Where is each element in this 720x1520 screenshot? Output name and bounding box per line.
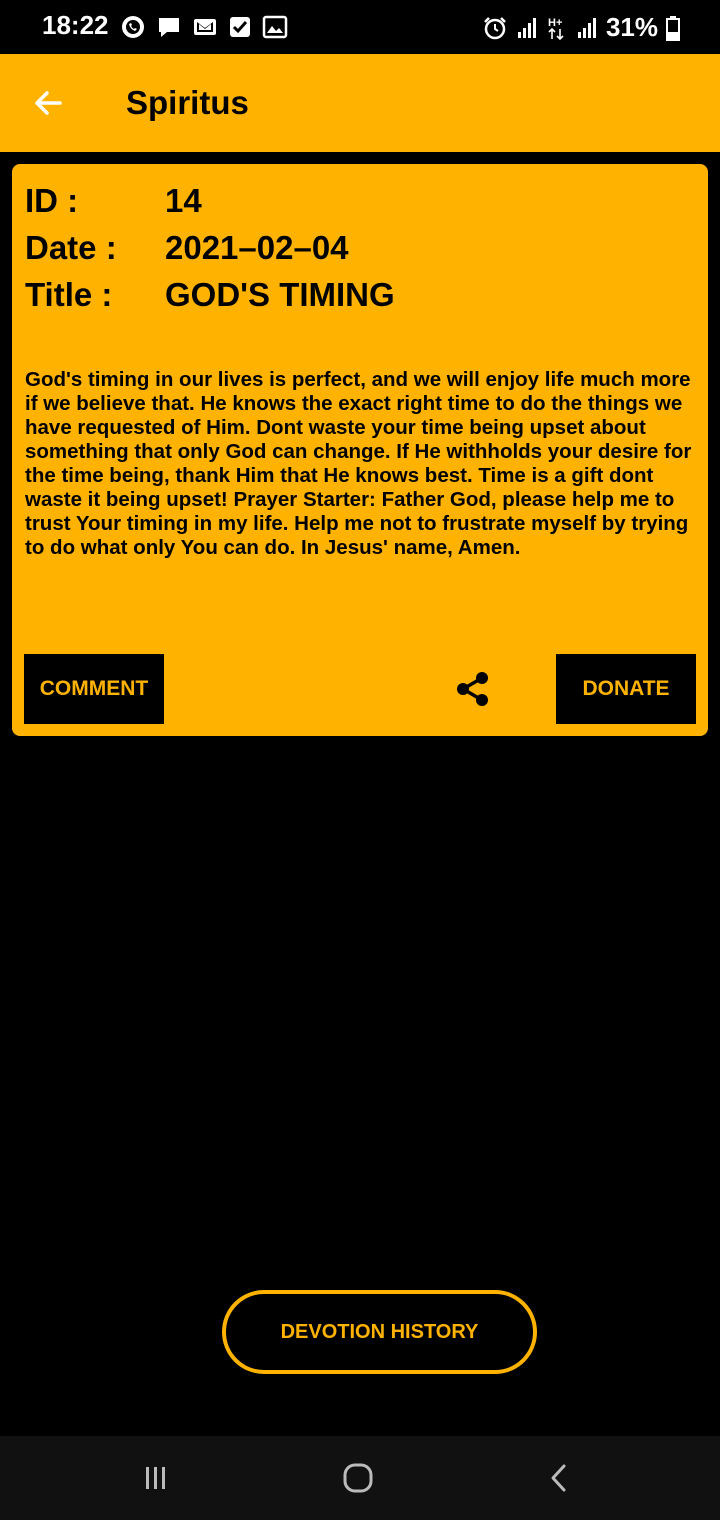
date-row: Date : 2021–02–04 <box>25 229 349 267</box>
share-icon <box>457 672 488 706</box>
hplus-data-icon: H+ <box>548 17 564 40</box>
message-icon <box>159 18 179 37</box>
title-row: Title : GOD'S TIMING <box>25 276 395 314</box>
navigation-bar <box>0 1436 720 1520</box>
gallery-icon <box>262 15 288 39</box>
devotion-body: God's timing in our lives is perfect, an… <box>25 368 692 559</box>
comment-button[interactable]: COMMENT <box>24 654 164 724</box>
id-value: 14 <box>165 182 202 219</box>
title-value: GOD'S TIMING <box>165 276 395 313</box>
home-icon <box>343 1463 373 1493</box>
system-back-button[interactable] <box>530 1456 590 1500</box>
id-label: ID : <box>25 182 79 219</box>
share-button[interactable] <box>454 670 492 708</box>
recents-button[interactable] <box>126 1456 186 1500</box>
battery-icon <box>666 15 680 41</box>
recents-icon <box>146 1467 165 1489</box>
devotion-card: ID : 14 Date : 2021–02–04 Title : GOD'S … <box>12 164 708 736</box>
alarm-icon <box>484 16 506 39</box>
whatsapp-icon <box>122 16 144 38</box>
checkbox-icon <box>230 17 250 37</box>
app-bar: Spiritus <box>0 54 720 152</box>
title-label: Title : <box>25 276 113 313</box>
home-button[interactable] <box>328 1456 388 1500</box>
back-button[interactable] <box>28 83 68 123</box>
status-time: 18:22 <box>42 10 109 40</box>
signal-icon-2 <box>577 17 596 38</box>
date-value: 2021–02–04 <box>165 229 349 266</box>
donate-button[interactable]: DONATE <box>556 654 696 724</box>
svg-text:H+: H+ <box>548 17 562 29</box>
devotion-history-button[interactable]: DEVOTION HISTORY <box>222 1290 537 1374</box>
date-label: Date : <box>25 229 117 266</box>
signal-icon <box>517 17 536 38</box>
gmail-icon <box>194 19 216 35</box>
battery-percent: 31% <box>605 12 658 42</box>
notification-icons <box>120 14 288 40</box>
id-row: ID : 14 <box>25 182 202 220</box>
arrow-left-icon <box>35 91 62 115</box>
chevron-left-icon <box>551 1464 566 1492</box>
status-bar: 18:22 H+ 31% <box>0 0 720 54</box>
app-title: Spiritus <box>126 84 249 121</box>
system-icons: H+ 31% <box>482 12 680 43</box>
